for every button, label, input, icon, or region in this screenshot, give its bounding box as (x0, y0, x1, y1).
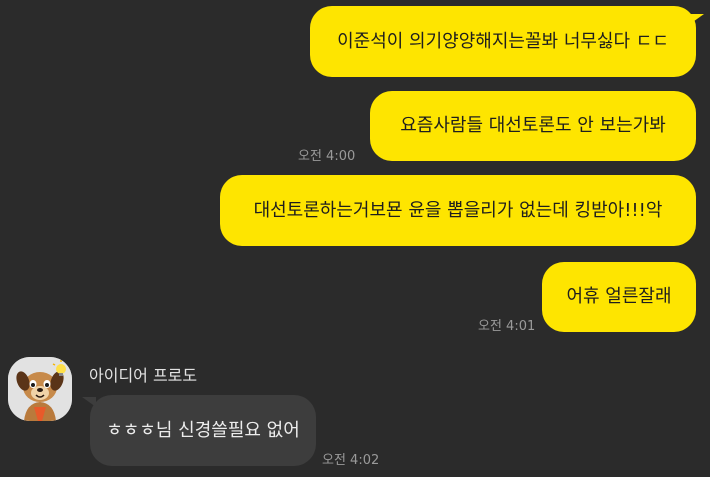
chat-room: 이준석이 의기양양해지는꼴봐 너무싫다 ㄷㄷ 요즘사람들 대선토론도 안 보는가… (0, 0, 710, 477)
my-message-bubble[interactable]: 어휴 얼른잘래 (542, 262, 696, 332)
frodo-avatar-icon (8, 357, 72, 421)
message-text: ㅎㅎㅎ님 신경쓸필요 없어 (106, 419, 300, 441)
message-text: 요즘사람들 대선토론도 안 보는가봐 (400, 115, 666, 136)
message-text: 이준석이 의기양양해지는꼴봐 너무싫다 ㄷㄷ (337, 30, 669, 52)
message-text: 어휴 얼른잘래 (566, 286, 672, 307)
sender-name[interactable]: 아이디어 프로도 (89, 362, 197, 386)
bubble-tail (82, 397, 96, 407)
bubble-tail (690, 14, 704, 24)
message-text: 대선토론하는거보묜 윤을 뽑을리가 없는데 킹받아!!!악 (253, 199, 663, 221)
message-time: 오전 4:00 (298, 149, 356, 164)
my-message-bubble[interactable]: 대선토론하는거보묜 윤을 뽑을리가 없는데 킹받아!!!악 (220, 175, 696, 246)
my-message-bubble[interactable]: 이준석이 의기양양해지는꼴봐 너무싫다 ㄷㄷ (310, 6, 696, 77)
message-time: 오전 4:02 (322, 453, 380, 468)
profile-avatar[interactable] (8, 357, 72, 421)
other-message-bubble[interactable]: ㅎㅎㅎ님 신경쓸필요 없어 (90, 395, 316, 466)
my-message-bubble[interactable]: 요즘사람들 대선토론도 안 보는가봐 (370, 91, 696, 161)
message-time: 오전 4:01 (478, 319, 536, 334)
